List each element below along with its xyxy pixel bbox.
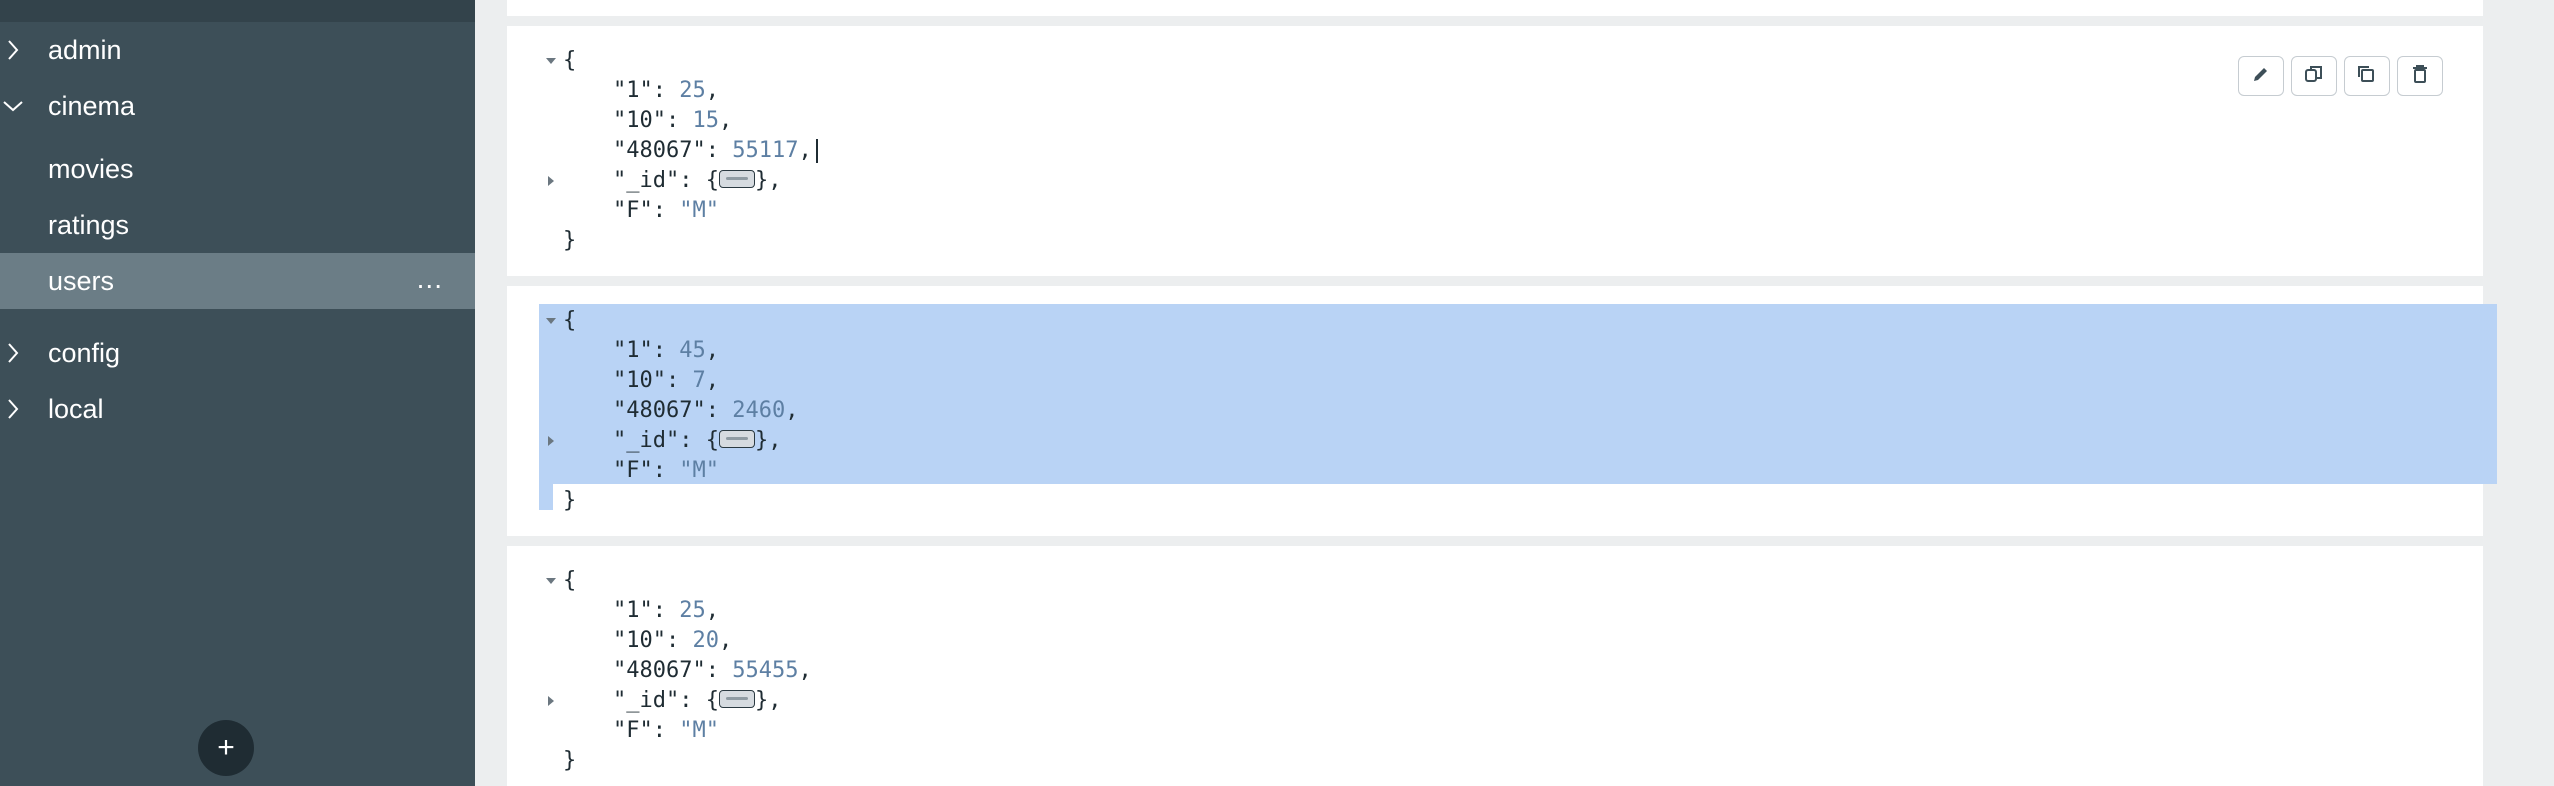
caret-down-icon[interactable] — [545, 46, 557, 76]
clone-icon — [2356, 64, 2378, 89]
json-field: "F": "M" — [613, 198, 719, 223]
json-value: 55117 — [732, 138, 799, 163]
sidebar-collection-label: ratings — [48, 209, 130, 240]
delete-document-button[interactable] — [2397, 56, 2443, 96]
json-field: "10": 7, — [613, 368, 719, 393]
sidebar-db-label: config — [48, 337, 121, 368]
json-value: "M" — [679, 458, 719, 483]
caret-right-icon[interactable] — [545, 166, 557, 196]
json-key: "10" — [613, 368, 666, 393]
json-key: "_id" — [613, 688, 680, 713]
chevron-down-icon — [2, 95, 24, 117]
caret-down-icon[interactable] — [545, 566, 557, 596]
sidebar-db-cinema[interactable]: cinema — [0, 78, 475, 134]
json-key: "_id" — [613, 428, 680, 453]
json-field: "_id": {}, — [613, 688, 782, 713]
text-selection — [539, 304, 2497, 484]
previous-document-card — [507, 0, 2483, 16]
sidebar-db-admin[interactable]: admin — [0, 22, 475, 78]
caret-down-icon[interactable] — [545, 306, 557, 336]
json-value: 25 — [679, 598, 706, 623]
collapsed-object-icon[interactable] — [718, 430, 755, 448]
json-field: "48067": 55455, — [613, 658, 812, 683]
clone-document-button[interactable] — [2344, 56, 2390, 96]
document-actions — [2238, 56, 2443, 96]
json-field: "1": 45, — [613, 338, 719, 363]
document-card[interactable]: { "1": 45, "10": 7, "48067": 2460, "_id"… — [507, 286, 2497, 536]
json-value: 25 — [679, 78, 706, 103]
json-field: "48067": 55117, — [613, 136, 818, 166]
text-cursor — [815, 139, 818, 163]
edit-document-button[interactable] — [2238, 56, 2284, 96]
sidebar: admin cinema movies ratings users ... co… — [0, 0, 475, 786]
json-field: "10": 20, — [613, 628, 733, 653]
json-open-brace: { — [563, 308, 577, 333]
sidebar-db-label: admin — [48, 34, 122, 65]
sidebar-db-label: cinema — [48, 90, 136, 121]
edit-icon — [2251, 64, 2271, 89]
json-key: "48067" — [613, 658, 706, 683]
json-key: "F" — [613, 718, 653, 743]
sidebar-collection-ratings[interactable]: ratings — [0, 197, 475, 253]
json-field: "F": "M" — [613, 458, 719, 483]
json-field: "10": 15, — [613, 108, 733, 133]
json-value: 20 — [692, 628, 719, 653]
sidebar-db-config[interactable]: config — [0, 325, 475, 381]
json-open-brace: { — [563, 568, 577, 593]
json-field: "48067": 2460, — [613, 398, 799, 423]
json-key: "10" — [613, 628, 666, 653]
sidebar-collection-label: movies — [48, 153, 134, 184]
json-value: 15 — [692, 108, 719, 133]
json-field: "F": "M" — [613, 718, 719, 743]
caret-right-icon[interactable] — [545, 426, 557, 456]
json-key: "1" — [613, 78, 653, 103]
json-field: "_id": {}, — [613, 428, 782, 453]
json-value: "M" — [679, 718, 719, 743]
sidebar-db-local[interactable]: local — [0, 381, 475, 437]
document-card[interactable]: { "1": 25, "10": 20, "48067": 55455, "_i… — [507, 546, 2483, 786]
sidebar-collection-users[interactable]: users ... — [0, 253, 475, 309]
chevron-right-icon — [2, 39, 24, 61]
add-database-button[interactable]: + — [198, 720, 254, 776]
collection-more-button[interactable]: ... — [417, 263, 443, 295]
json-value: 7 — [692, 368, 706, 393]
copy-icon — [2303, 64, 2325, 89]
json-close-brace: } — [563, 748, 577, 773]
caret-right-icon[interactable] — [545, 686, 557, 716]
json-value: 55455 — [732, 658, 799, 683]
json-key: "1" — [613, 598, 653, 623]
json-key: "10" — [613, 108, 666, 133]
json-key: "48067" — [613, 138, 706, 163]
json-key: "F" — [613, 198, 653, 223]
documents-panel: { "1": 25, "10": 15, "48067": 55117, "_i… — [475, 0, 2554, 786]
json-open-brace: { — [563, 48, 577, 73]
sidebar-db-label: local — [48, 393, 104, 424]
json-field: "1": 25, — [613, 78, 719, 103]
collapsed-object-icon[interactable] — [718, 690, 755, 708]
collapsed-object-icon[interactable] — [718, 170, 755, 188]
delete-icon — [2411, 64, 2429, 89]
json-close-brace: } — [563, 488, 577, 513]
json-key: "_id" — [613, 168, 680, 193]
json-key: "48067" — [613, 398, 706, 423]
json-value: 45 — [679, 338, 706, 363]
sidebar-topbar — [0, 0, 475, 22]
json-close-brace: } — [563, 228, 577, 253]
document-card[interactable]: { "1": 25, "10": 15, "48067": 55117, "_i… — [507, 26, 2483, 276]
sidebar-collection-label: users — [48, 265, 115, 296]
chevron-right-icon — [2, 342, 24, 364]
copy-document-button[interactable] — [2291, 56, 2337, 96]
chevron-right-icon — [2, 398, 24, 420]
sidebar-collection-movies[interactable]: movies — [0, 141, 475, 197]
json-value: 2460 — [732, 398, 786, 423]
text-selection — [539, 484, 553, 510]
scroll-gutter — [2530, 0, 2554, 786]
json-key: "1" — [613, 338, 653, 363]
json-field: "_id": {}, — [613, 168, 782, 193]
json-key: "F" — [613, 458, 653, 483]
json-value: "M" — [679, 198, 719, 223]
json-field: "1": 25, — [613, 598, 719, 623]
